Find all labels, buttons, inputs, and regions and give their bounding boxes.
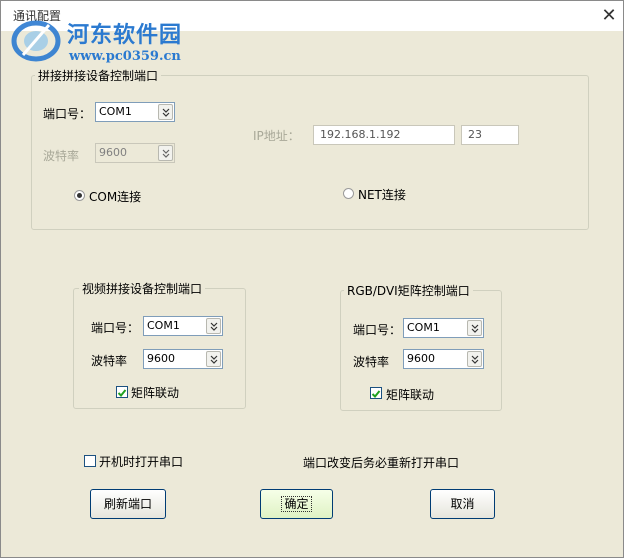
rgb-matrix-link-checkbox[interactable] <box>370 387 382 399</box>
cancel-button[interactable]: 取消 <box>430 489 495 519</box>
startup-open-port-label: 开机时打开串口 <box>99 455 184 469</box>
chevron-down-icon <box>158 104 173 120</box>
video-port-value: COM1 <box>147 319 180 332</box>
video-port-select[interactable]: COM1 <box>143 316 223 336</box>
startup-open-port-checkbox[interactable] <box>84 455 96 467</box>
rgb-port-group-title: RGB/DVI矩阵控制端口 <box>344 282 473 299</box>
video-baud-value: 9600 <box>147 352 175 365</box>
video-port-label: 端口号： <box>91 321 140 335</box>
chevron-down-icon <box>206 351 221 367</box>
video-port-group-title: 视频拼接设备控制端口 <box>79 280 206 297</box>
watermark-logo-icon <box>9 15 63 66</box>
net-connection-radio[interactable] <box>343 188 354 199</box>
chevron-down-icon <box>467 351 482 367</box>
ok-label: 确定 <box>281 496 312 512</box>
watermark-brand: 河东软件园 <box>67 22 183 48</box>
main-baud-label: 波特率 <box>43 149 80 163</box>
main-port-label: 端口号： <box>43 107 92 121</box>
checkmark-icon <box>117 389 127 397</box>
port-change-notice: 端口改变后务必重新打开串口 <box>303 456 460 470</box>
rgb-baud-select[interactable]: 9600 <box>403 349 484 369</box>
com-connection-radio[interactable] <box>74 190 85 201</box>
main-baud-value: 9600 <box>99 146 127 159</box>
ip-port-field[interactable]: 23 <box>461 125 519 145</box>
watermark-url: www.pc0359.cn <box>69 49 181 64</box>
refresh-ports-button[interactable]: 刷新端口 <box>90 489 166 519</box>
checkmark-icon <box>371 390 381 398</box>
main-baud-select: 9600 <box>95 143 175 163</box>
rgb-matrix-link-label: 矩阵联动 <box>386 388 435 402</box>
rgb-baud-label: 波特率 <box>353 355 390 369</box>
ok-button[interactable]: 确定 <box>260 489 333 519</box>
chevron-down-icon <box>467 320 482 336</box>
rgb-port-select[interactable]: COM1 <box>403 318 484 338</box>
ip-address-label: IP地址： <box>253 129 300 143</box>
main-port-group-title: 拼接拼接设备控制端口 <box>35 67 162 84</box>
refresh-ports-label: 刷新端口 <box>103 497 152 511</box>
close-button[interactable]: ✕ <box>597 5 621 27</box>
chevron-down-icon <box>158 145 173 161</box>
dialog-window: 通讯配置 ✕ 河东软件园 www.pc0359.cn 拼接拼接设备控制端口 端口… <box>0 0 624 558</box>
rgb-baud-value: 9600 <box>407 352 435 365</box>
video-matrix-link-label: 矩阵联动 <box>131 386 180 400</box>
video-matrix-link-checkbox[interactable] <box>116 386 128 398</box>
video-baud-label: 波特率 <box>91 354 128 368</box>
net-connection-label: NET连接 <box>358 188 406 202</box>
video-baud-select[interactable]: 9600 <box>143 349 223 369</box>
cancel-label: 取消 <box>450 497 475 511</box>
ip-address-field[interactable]: 192.168.1.192 <box>313 125 455 145</box>
chevron-down-icon <box>206 318 221 334</box>
rgb-port-value: COM1 <box>407 321 440 334</box>
com-connection-label: COM连接 <box>89 190 142 204</box>
main-port-select[interactable]: COM1 <box>95 102 175 122</box>
rgb-port-label: 端口号： <box>353 323 402 337</box>
main-port-value: COM1 <box>99 105 132 118</box>
